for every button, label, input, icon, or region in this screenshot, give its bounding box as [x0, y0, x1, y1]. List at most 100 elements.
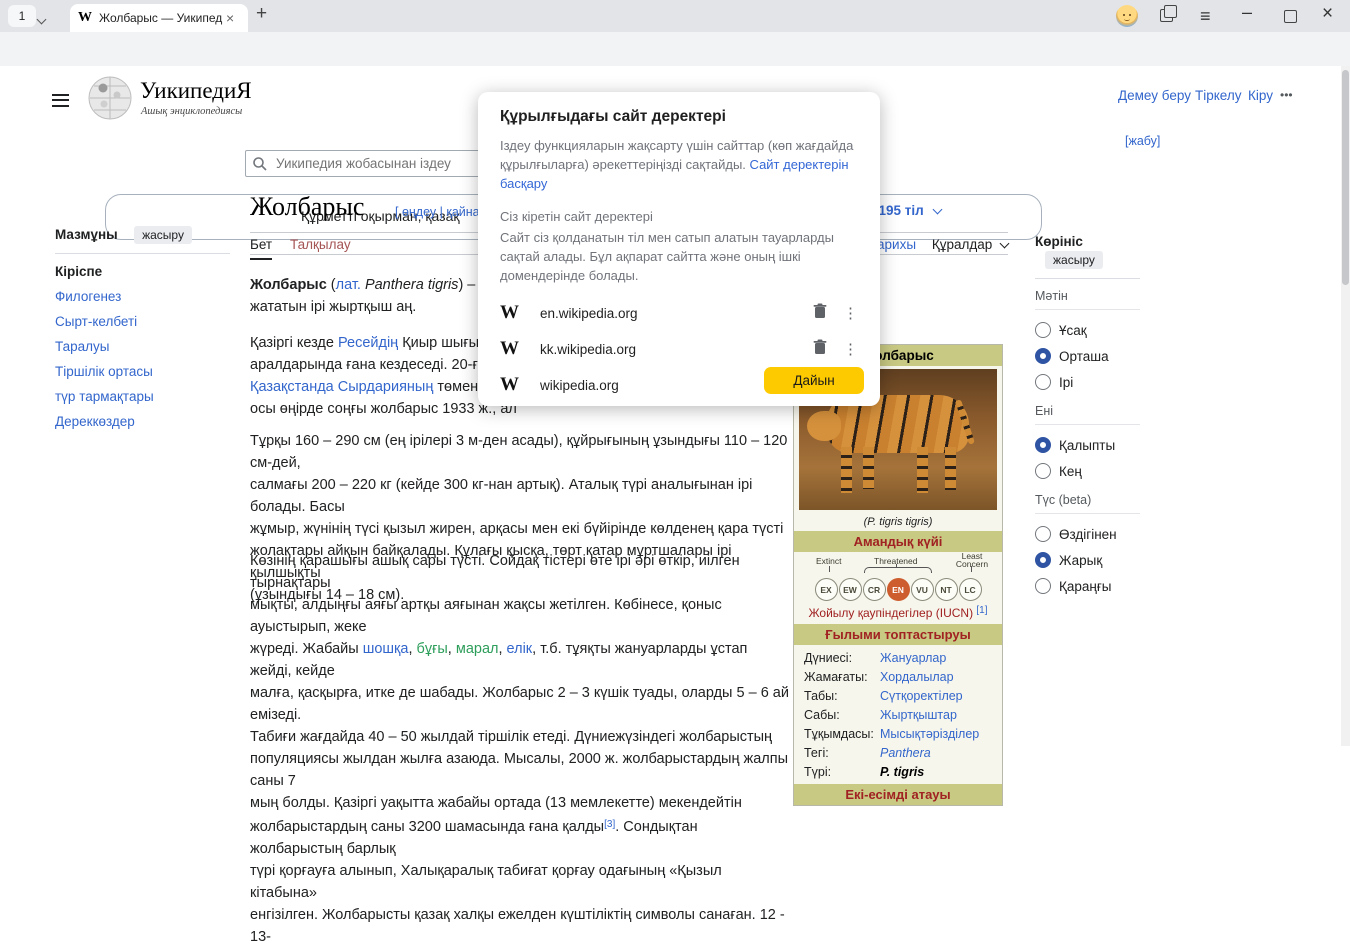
radio-on-icon[interactable] [1035, 437, 1051, 453]
option-light[interactable]: Жарық [1035, 552, 1140, 568]
language-count[interactable]: 195 тіл [878, 203, 923, 218]
taxobox: Жолбарыс (P. tigris tigris) Амандық күйі… [793, 344, 1003, 806]
done-button[interactable]: Дайын [764, 367, 864, 394]
delete-site-icon[interactable] [813, 339, 827, 360]
wiki-wordmark[interactable]: УикипедиЯ [140, 78, 252, 104]
tab-list-chevron-icon[interactable] [38, 10, 45, 28]
toc-item[interactable]: түр тармақтары [55, 389, 230, 404]
option-medium[interactable]: Орташа [1035, 348, 1140, 364]
appearance-hide-button[interactable]: жасыру [1045, 251, 1103, 269]
paragraph-4: Көзінің қарашығы ашық сары түсті. Сойдақ… [250, 550, 790, 948]
tab-talk[interactable]: Талқылау [290, 237, 351, 252]
status-code-CR: CR [863, 578, 886, 601]
toc-item[interactable]: Таралуы [55, 339, 230, 354]
iucn-label[interactable]: (IUCN) [936, 606, 973, 620]
profile-avatar[interactable] [1116, 5, 1138, 27]
tab-close-icon[interactable]: × [226, 10, 234, 26]
citation-1[interactable]: [1] [976, 605, 987, 616]
species-name: Panthera tigris [365, 277, 459, 293]
browser-tabstrip: 1 W Жолбарыс — Уикипед × + ≡ – × [0, 0, 1350, 32]
scrollbar-thumb[interactable] [1342, 70, 1349, 285]
search-icon [253, 157, 267, 171]
option-dark[interactable]: Қараңғы [1035, 578, 1140, 594]
tax-link-genus[interactable]: Panthera [880, 746, 931, 760]
link-deer[interactable]: бұғы [417, 641, 448, 657]
browser-menu-button[interactable]: ≡ [1200, 6, 1211, 27]
link-russia[interactable]: Ресейдің [338, 335, 398, 351]
link-maral[interactable]: марал [456, 641, 499, 657]
toc-item-intro[interactable]: Кіріспе [55, 264, 230, 279]
site-row: W kk.wikipedia.org ⋮ [500, 331, 858, 367]
tax-row: Тұқымдасы:Мысықтәрізділер [794, 724, 1002, 743]
site-row: W en.wikipedia.org ⋮ [500, 295, 858, 331]
dialog-title: Құрылғыдағы сайт деректері [500, 108, 858, 126]
radio-on-icon[interactable] [1035, 348, 1051, 364]
radio-off-icon[interactable] [1035, 578, 1051, 594]
toc-item[interactable]: Сырт-келбеті [55, 314, 230, 329]
tax-row: Дүниесі:Жануарлар [794, 648, 1002, 667]
restore-button[interactable] [1284, 10, 1297, 23]
tax-link[interactable]: Жануарлар [880, 651, 946, 665]
link-lat[interactable]: лат. [336, 277, 361, 293]
tab-page[interactable]: Бет [250, 237, 272, 260]
tools-menu[interactable]: Құралдар [932, 237, 992, 252]
tab-title: Жолбарыс — Уикипед [99, 11, 224, 25]
tax-link[interactable]: Жыртқыштар [880, 708, 957, 722]
wiki-hamburger-icon[interactable] [52, 90, 69, 110]
wiki-tagline: Ашық энциклопедиясы [141, 106, 242, 117]
banner-close-link[interactable]: [жабу] [1125, 134, 1160, 148]
wikipedia-globe-logo[interactable] [88, 76, 132, 125]
link-kazakhstan-syrdarya[interactable]: Қазақстанда Сырдарияның [250, 379, 433, 395]
tab-counter-button[interactable]: 1 [8, 5, 36, 27]
status-code-EX: EX [815, 578, 838, 601]
nav-donate-link[interactable]: Демеу беру [1118, 88, 1191, 103]
nav-login-link[interactable]: Кіру [1248, 88, 1273, 103]
radio-off-icon[interactable] [1035, 526, 1051, 542]
toc-item[interactable]: Филогенез [55, 289, 230, 304]
appearance-panel: Көрініс жасыру Мәтін Ұсақ Орташа Ірі Ені… [1035, 233, 1140, 594]
window-close-button[interactable]: × [1322, 3, 1333, 25]
tax-row: Сабы:Жыртқыштар [794, 705, 1002, 724]
endangered-link[interactable]: Жойылу қаупіндегілер [808, 606, 935, 620]
browser-tab[interactable]: W Жолбарыс — Уикипед × [70, 4, 248, 32]
link-boar[interactable]: шошқа [363, 641, 409, 657]
delete-site-icon[interactable] [813, 303, 827, 324]
new-tab-button[interactable]: + [256, 3, 267, 25]
status-code-NT: NT [935, 578, 958, 601]
tax-link[interactable]: Хордалылар [880, 670, 954, 684]
tax-link[interactable]: Мысықтәрізділер [880, 727, 979, 741]
tax-row: Түрі:P. tigris [794, 762, 1002, 781]
toc: Мазмұны жасыру Кіріспе Филогенез Сырт-ке… [55, 226, 230, 429]
site-kebab-icon[interactable]: ⋮ [843, 340, 858, 358]
toc-item[interactable]: Дереккөздер [55, 414, 230, 429]
tax-link[interactable]: Сүтқоректілер [880, 689, 963, 703]
radio-off-icon[interactable] [1035, 322, 1051, 338]
option-auto[interactable]: Өздігінен [1035, 526, 1140, 542]
citation-3[interactable]: [3] [604, 819, 615, 830]
bold-term: Жолбарыс [250, 277, 327, 293]
radio-on-icon[interactable] [1035, 552, 1051, 568]
option-small[interactable]: Ұсақ [1035, 322, 1140, 338]
status-scale-labels: Extinct Threatened Least Concern [794, 552, 1002, 576]
option-wide[interactable]: Кең [1035, 463, 1140, 479]
site-data-dialog: Құрылғыдағы сайт деректері Іздеу функция… [478, 92, 880, 406]
dialog-description: Іздеу функцияларын жақсарту үшін сайттар… [500, 136, 858, 193]
option-standard[interactable]: Қалыпты [1035, 437, 1140, 453]
nav-register-link[interactable]: Тіркелу [1195, 88, 1242, 103]
tax-row: Жамағаты:Хордалылар [794, 667, 1002, 686]
toc-hide-button[interactable]: жасыру [134, 226, 192, 244]
option-large[interactable]: Ірі [1035, 374, 1140, 390]
status-code-LC: LC [959, 578, 982, 601]
toc-header: Мазмұны [55, 227, 118, 242]
nav-more-icon[interactable]: ••• [1280, 88, 1293, 102]
toc-item[interactable]: Тіршілік ортасы [55, 364, 230, 379]
wikipedia-favicon: W [500, 302, 540, 324]
radio-off-icon[interactable] [1035, 463, 1051, 479]
site-kebab-icon[interactable]: ⋮ [843, 304, 858, 322]
link-roe[interactable]: елік [507, 641, 533, 657]
radio-off-icon[interactable] [1035, 374, 1051, 390]
status-code-VU: VU [911, 578, 934, 601]
site-domain: kk.wikipedia.org [540, 342, 813, 357]
minimize-button[interactable]: – [1242, 2, 1252, 23]
tab-panel-icon[interactable] [1160, 9, 1173, 26]
